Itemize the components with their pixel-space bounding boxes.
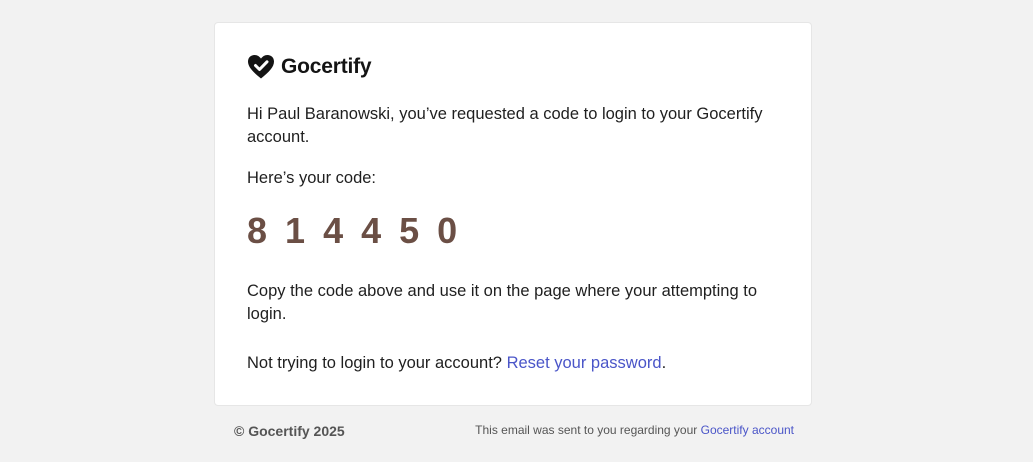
code-digit: 0: [437, 210, 458, 251]
footer-copyright: © Gocertify 2025: [234, 423, 345, 439]
copy-instructions-text: Copy the code above and use it on the pa…: [247, 282, 758, 323]
email-page: Gocertify Hi Paul Baranowski, you’ve req…: [0, 0, 1033, 462]
not-trying-text: Not trying to login to your account? Res…: [247, 352, 787, 375]
code-digit: 4: [361, 210, 382, 251]
not-trying-prefix: Not trying to login to your account?: [247, 354, 507, 372]
footer-sent-notice: This email was sent to you regarding you…: [475, 423, 794, 437]
email-card: Gocertify Hi Paul Baranowski, you’ve req…: [214, 22, 812, 406]
not-trying-suffix: .: [661, 354, 667, 372]
login-code: 814450: [247, 209, 475, 253]
code-digit: 8: [247, 210, 268, 251]
code-intro-text: Here’s your code:: [247, 169, 377, 187]
code-digit: 4: [323, 210, 344, 251]
brand-name: Gocertify: [281, 55, 372, 78]
heart-check-icon: [247, 54, 275, 80]
code-digit: 1: [285, 210, 306, 251]
reset-password-link[interactable]: Reset your password: [507, 354, 662, 372]
code-digit: 5: [399, 210, 420, 251]
greeting-text: Hi Paul Baranowski, you’ve requested a c…: [247, 105, 763, 146]
footer-sent-prefix: This email was sent to you regarding you…: [475, 423, 701, 437]
gocertify-account-link[interactable]: Gocertify account: [701, 423, 794, 437]
brand-logo: Gocertify: [247, 53, 372, 81]
